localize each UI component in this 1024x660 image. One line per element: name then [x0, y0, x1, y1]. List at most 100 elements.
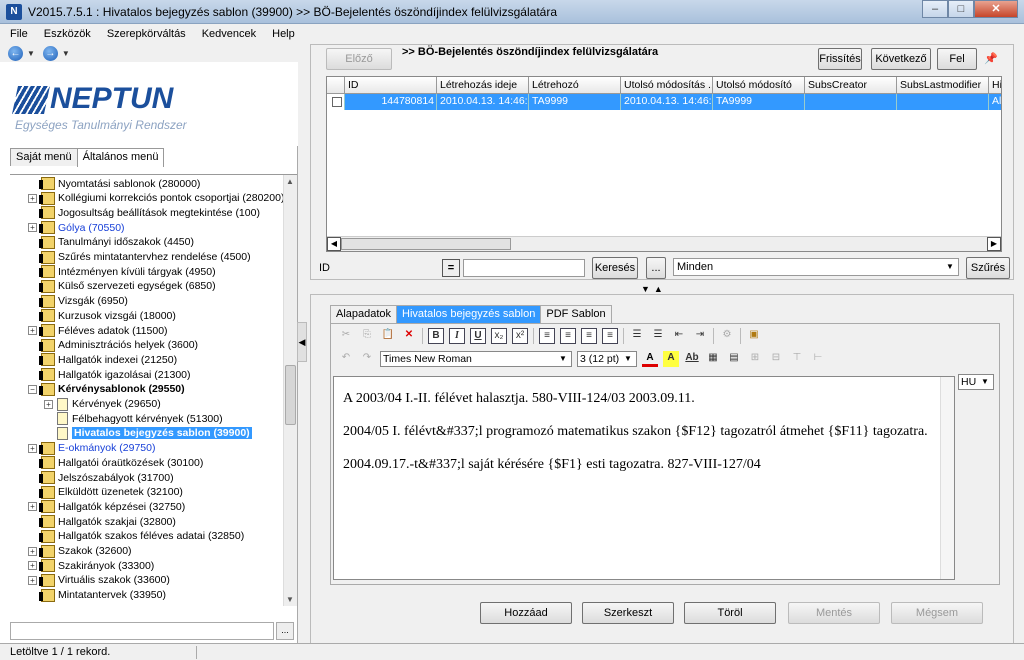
tree-item[interactable]: + Virtuális szakok (33600): [28, 573, 170, 588]
chevron-down-icon[interactable]: ▼: [27, 49, 35, 58]
undo-icon[interactable]: ↶: [338, 351, 354, 367]
delete-column-icon[interactable]: ⊢: [810, 351, 826, 367]
bullet-list-icon[interactable]: ☰: [650, 328, 666, 344]
next-button[interactable]: Következő: [871, 48, 931, 70]
column-header-modified[interactable]: Utolsó módosítás ...: [621, 77, 713, 93]
arrow-left-icon[interactable]: ←: [8, 45, 23, 61]
tree-item[interactable]: + Szakok (32600): [28, 544, 132, 559]
tree-item[interactable]: + E-okmányok (29750): [28, 441, 155, 456]
close-button[interactable]: ✕: [974, 0, 1018, 18]
chevron-down-icon[interactable]: ▼: [556, 352, 570, 366]
menu-role-switch[interactable]: Szerepkörváltás: [97, 25, 192, 43]
tree-item[interactable]: Elküldött üzenetek (32100): [28, 485, 183, 500]
up-button[interactable]: Fel: [937, 48, 977, 70]
column-header-creator[interactable]: Létrehozó: [529, 77, 621, 93]
tree-item[interactable]: Szűrés mintatantervhez rendelése (4500): [28, 250, 251, 265]
spellcheck-icon[interactable]: Ab: [684, 351, 700, 367]
cut-icon[interactable]: ✂: [338, 328, 354, 344]
font-color-icon[interactable]: A: [642, 351, 658, 367]
align-center-icon[interactable]: ≡: [560, 328, 576, 344]
save-button[interactable]: Mentés: [788, 602, 880, 624]
tree-item[interactable]: Mintatantervek (33950): [28, 588, 166, 603]
menu-help[interactable]: Help: [262, 25, 301, 43]
row-checkbox[interactable]: [327, 94, 345, 110]
menu-tools[interactable]: Eszközök: [34, 25, 97, 43]
underline-icon[interactable]: U: [470, 328, 486, 344]
filter-select[interactable]: Minden ▼: [673, 258, 959, 276]
column-header-modifier[interactable]: Utolsó módosító: [713, 77, 805, 93]
tree-item[interactable]: + Gólya (70550): [28, 220, 125, 235]
chevron-down-icon[interactable]: ▼: [943, 260, 957, 274]
indent-icon[interactable]: ⇥: [692, 328, 708, 344]
expand-icon[interactable]: +: [28, 561, 37, 571]
add-button[interactable]: Hozzáad: [480, 602, 572, 624]
scrollbar-thumb[interactable]: [285, 365, 296, 425]
chevron-down-icon[interactable]: ▼: [621, 352, 635, 366]
expand-icon[interactable]: +: [28, 223, 37, 233]
expand-icon[interactable]: +: [28, 546, 37, 556]
highlight-color-icon[interactable]: A: [663, 351, 679, 367]
tab-basic-data[interactable]: Alapadatok: [330, 305, 398, 324]
menu-favorites[interactable]: Kedvencek: [192, 25, 262, 43]
column-header[interactable]: [327, 77, 345, 93]
tree-item[interactable]: + Szakirányok (33300): [28, 558, 154, 573]
scroll-up-icon[interactable]: ▲: [286, 177, 294, 186]
tree-item[interactable]: + Kérvények (29650): [44, 397, 161, 412]
tree-item[interactable]: + Kollégiumi korrekciós pontok csoportjai…: [28, 191, 284, 206]
superscript-icon[interactable]: x²: [512, 328, 528, 344]
tree-item[interactable]: Hivatalos bejegyzés sablon (39900): [44, 426, 252, 441]
outdent-icon[interactable]: ⇤: [671, 328, 687, 344]
collapse-left-pane-button[interactable]: ◀: [297, 322, 307, 362]
more-options-button[interactable]: ...: [646, 257, 666, 279]
italic-icon[interactable]: I: [449, 328, 465, 344]
subscript-icon[interactable]: x₂: [491, 328, 507, 344]
bold-icon[interactable]: B: [428, 328, 444, 344]
menu-file[interactable]: File: [0, 25, 34, 43]
scroll-down-icon[interactable]: ▼: [286, 595, 294, 604]
collapse-icon[interactable]: −: [28, 384, 37, 394]
tree-item[interactable]: − Kérvénysablonok (29550): [28, 382, 185, 397]
tree-item[interactable]: Jogosultság beállítások megtekintése (10…: [28, 205, 260, 220]
scroll-right-icon[interactable]: ▶: [987, 237, 1001, 251]
tree-search-button[interactable]: ...: [276, 622, 294, 640]
scroll-left-icon[interactable]: ◀: [327, 237, 341, 251]
splitter-toggle[interactable]: ▼▲: [641, 284, 667, 294]
tree-item[interactable]: Hallgatók szakjai (32800): [28, 514, 176, 529]
delete-button[interactable]: Töröl: [684, 602, 776, 624]
paste-icon[interactable]: 📋: [380, 328, 396, 344]
table-row[interactable]: 144780814 2010.04.13. 14:46:3 TA9999 201…: [327, 94, 1001, 110]
column-header-subslastmodifier[interactable]: SubsLastmodifier: [897, 77, 989, 93]
table-properties-icon[interactable]: ▤: [726, 351, 742, 367]
expand-icon[interactable]: +: [44, 399, 53, 409]
font-size-select[interactable]: 3 (12 pt) ▼: [577, 351, 637, 367]
cancel-button[interactable]: Mégsem: [891, 602, 983, 624]
tree-item[interactable]: Hallgatók indexei (21250): [28, 352, 177, 367]
copy-icon[interactable]: ⎘: [359, 328, 375, 344]
tree-item[interactable]: Hallgatók igazolásai (21300): [28, 367, 191, 382]
scrollbar-thumb[interactable]: [341, 238, 511, 250]
column-header-id[interactable]: ID: [345, 77, 437, 93]
tree-item[interactable]: + Hallgatók képzései (32750): [28, 499, 185, 514]
align-right-icon[interactable]: ≡: [581, 328, 597, 344]
tree-item[interactable]: Intézményen kívüli tárgyak (4950): [28, 264, 216, 279]
minimize-button[interactable]: –: [922, 0, 948, 18]
tree-scrollbar[interactable]: ▲ ▼: [283, 175, 297, 606]
tree-item[interactable]: + Féléves adatok (11500): [28, 323, 168, 338]
tree-search-input[interactable]: [10, 622, 274, 640]
settings-icon[interactable]: ⚙: [719, 328, 735, 344]
numbered-list-icon[interactable]: ☰: [629, 328, 645, 344]
rich-text-editor[interactable]: A 2003/04 I.-II. félévet halasztja. 580-…: [333, 376, 955, 580]
grid-hscrollbar[interactable]: ◀ ▶: [327, 236, 1001, 251]
insert-column-icon[interactable]: ⊤: [789, 351, 805, 367]
tree-item[interactable]: Adminisztrációs helyek (3600): [28, 338, 198, 353]
chevron-down-icon[interactable]: ▼: [62, 49, 70, 58]
tree-item[interactable]: Jelszószabályok (31700): [28, 470, 174, 485]
tree-item[interactable]: Hallgatók szakos féléves adatai (32850): [28, 529, 244, 544]
tab-own-menu[interactable]: Saját menü: [10, 148, 78, 166]
insert-row-icon[interactable]: ⊞: [747, 351, 763, 367]
align-left-icon[interactable]: ≡: [539, 328, 555, 344]
tree-item[interactable]: Tanulmányi időszakok (4450): [28, 235, 194, 250]
expand-icon[interactable]: +: [28, 193, 37, 203]
tree-item[interactable]: Vizsgák (6950): [28, 294, 128, 309]
pin-icon[interactable]: 📌: [984, 52, 998, 65]
